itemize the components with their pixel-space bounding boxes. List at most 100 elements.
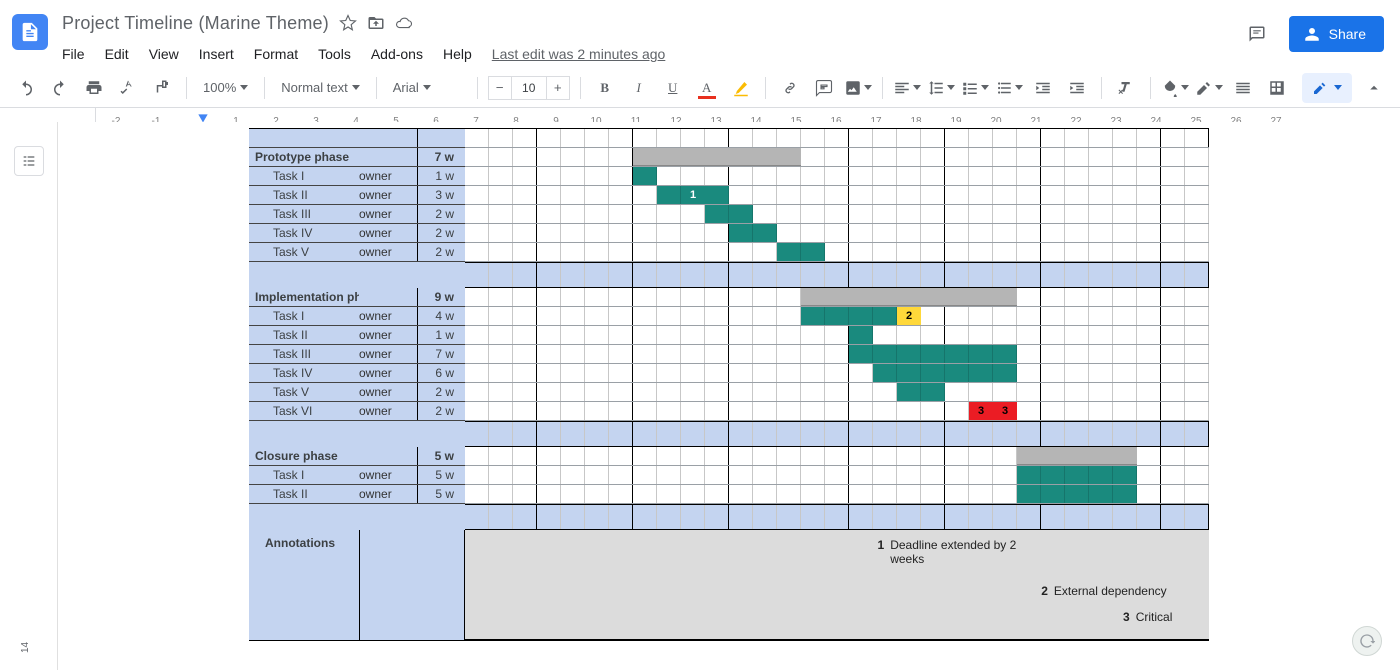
insert-link-button[interactable] [776,74,804,102]
align-button[interactable] [893,74,921,102]
menu-file[interactable]: File [62,46,85,62]
task-bar [705,205,753,223]
underline-button[interactable]: U [659,74,687,102]
menu-format[interactable]: Format [254,46,298,62]
task-name: Task V [249,245,359,259]
text-color-button[interactable]: A [693,74,721,102]
task-row-labels: Task Vowner2 w [249,243,465,262]
task-name: Task III [249,347,359,361]
task-bar [1017,485,1137,503]
star-icon[interactable] [339,14,357,32]
task-name: Prototype phase [249,150,359,164]
task-duration: 2 w [418,207,464,221]
menu-view[interactable]: View [149,46,179,62]
task-bar [849,345,1017,363]
task-row-labels: Task IIIowner7 w [249,345,465,364]
phase-spacer [249,504,465,530]
italic-button[interactable]: I [625,74,653,102]
task-row-labels: Task Vowner2 w [249,383,465,402]
task-row-labels: Task IIIowner2 w [249,205,465,224]
task-duration: 7 w [418,150,464,164]
bulleted-list-button[interactable] [995,74,1023,102]
insert-comment-button[interactable] [810,74,838,102]
font-size-decrease[interactable]: − [488,76,512,100]
task-owner: owner [359,245,417,259]
font-size-input[interactable] [512,76,546,100]
decrease-indent-button[interactable] [1029,74,1057,102]
clear-formatting-button[interactable] [1112,74,1140,102]
task-duration: 1 w [418,169,464,183]
task-row-labels: Prototype phase 7 w [249,148,465,167]
task-bar [633,167,657,185]
task-duration: 2 w [418,226,464,240]
menu-insert[interactable]: Insert [199,46,234,62]
share-label: Share [1329,26,1366,42]
last-edit-link[interactable]: Last edit was 2 minutes ago [492,46,666,62]
paint-format-button[interactable] [148,74,176,102]
task-name: Closure phase [249,449,359,463]
border-style-button[interactable] [1195,74,1223,102]
move-to-folder-icon[interactable] [367,14,385,32]
task-name: Task I [249,309,359,323]
task-owner: owner [359,188,417,202]
font-size-increase[interactable]: + [546,76,570,100]
task-owner: owner [359,468,417,482]
task-owner: owner [359,309,417,323]
font-select[interactable]: Arial [387,74,467,102]
spellcheck-button[interactable] [114,74,142,102]
cell-align-button[interactable] [1229,74,1257,102]
menu-add-ons[interactable]: Add-ons [371,46,423,62]
annotation-badge: 1 [681,186,705,204]
doc-title[interactable]: Project Timeline (Marine Theme) [62,13,329,34]
task-owner: owner [359,487,417,501]
annotation-badge: 3 [993,402,1017,420]
task-name: Task III [249,207,359,221]
task-bar [849,326,873,344]
bold-button[interactable]: B [591,74,619,102]
task-owner: owner [359,404,417,418]
task-duration: 2 w [418,404,464,418]
zoom-select[interactable]: 100% [197,74,254,102]
task-row-labels: Task IVowner2 w [249,224,465,243]
task-duration: 3 w [418,188,464,202]
paragraph-style-select[interactable]: Normal text [275,74,365,102]
annotation-item: 3Critical [1120,610,1173,624]
annotation-item: 2External dependency [1038,584,1167,598]
print-button[interactable] [80,74,108,102]
task-duration: 1 w [418,328,464,342]
phase-header-bar [801,288,1017,306]
redo-button[interactable] [46,74,74,102]
fill-color-button[interactable] [1161,74,1189,102]
menu-edit[interactable]: Edit [105,46,129,62]
open-comments-button[interactable] [1243,20,1271,48]
task-duration: 6 w [418,366,464,380]
line-spacing-button[interactable] [927,74,955,102]
undo-button[interactable] [12,74,40,102]
task-row-labels: Task IIowner3 w [249,186,465,205]
editing-mode-select[interactable] [1302,73,1352,103]
task-row-labels: Task IVowner6 w [249,364,465,383]
task-duration: 2 w [418,245,464,259]
insert-image-button[interactable] [844,74,872,102]
cloud-status-icon[interactable] [395,14,413,32]
task-row-labels: Task IIowner5 w [249,485,465,504]
share-button[interactable]: Share [1289,16,1384,52]
phase-header-bar [1017,447,1137,465]
task-row-labels: Task Iowner4 w [249,307,465,326]
menu-tools[interactable]: Tools [318,46,351,62]
page-number: 14 [20,642,31,653]
task-row-labels: Closure phase5 w [249,447,465,466]
task-row-labels: Implementation phase9 w [249,288,465,307]
task-duration: 9 w [418,290,464,304]
menu-help[interactable]: Help [443,46,472,62]
document-outline-button[interactable] [14,146,44,176]
highlight-button[interactable] [727,74,755,102]
menu-bar: File Edit View Insert Format Tools Add-ons Help… [62,40,1243,68]
increase-indent-button[interactable] [1063,74,1091,102]
task-bar [777,243,825,261]
checklist-button[interactable] [961,74,989,102]
docs-logo[interactable] [12,14,48,50]
table-options-button[interactable] [1263,74,1291,102]
collapse-toolbar-button[interactable] [1360,74,1388,102]
grammarly-icon[interactable] [1352,626,1382,656]
